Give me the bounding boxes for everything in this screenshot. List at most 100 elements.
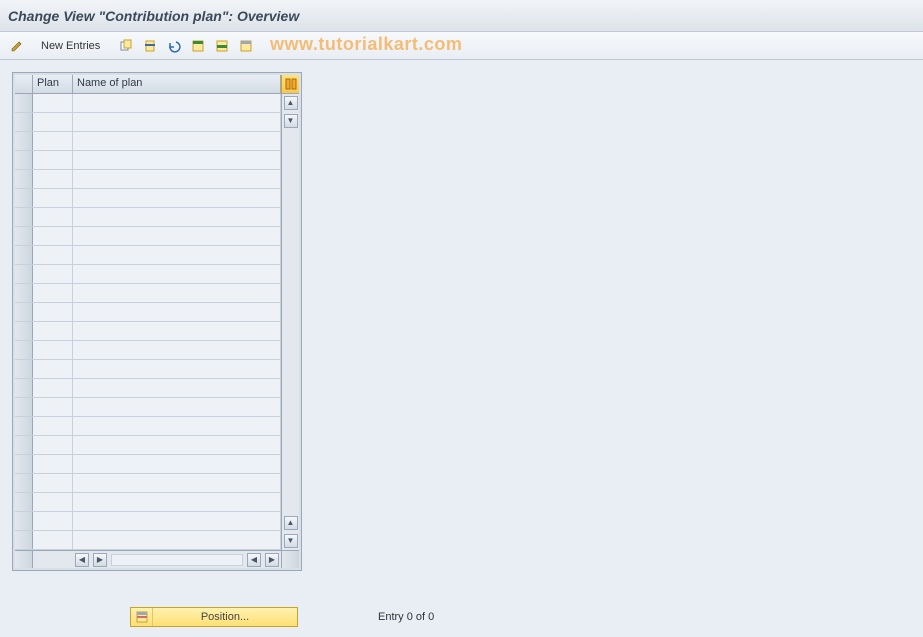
- table-row[interactable]: [15, 113, 281, 132]
- row-selector[interactable]: [15, 208, 33, 226]
- cell-name[interactable]: [73, 474, 281, 492]
- cell-name[interactable]: [73, 208, 281, 226]
- table-row[interactable]: [15, 94, 281, 113]
- scroll-up2-icon[interactable]: ▲: [284, 516, 298, 530]
- copy-as-icon[interactable]: [115, 36, 137, 56]
- row-selector[interactable]: [15, 493, 33, 511]
- table-row[interactable]: [15, 303, 281, 322]
- hscroll-track[interactable]: [111, 554, 243, 566]
- table-row[interactable]: [15, 132, 281, 151]
- position-button[interactable]: Position...: [130, 607, 298, 627]
- table-row[interactable]: [15, 246, 281, 265]
- cell-plan[interactable]: [33, 227, 73, 245]
- table-row[interactable]: [15, 189, 281, 208]
- row-selector[interactable]: [15, 512, 33, 530]
- column-header-plan[interactable]: Plan: [33, 75, 73, 93]
- cell-plan[interactable]: [33, 512, 73, 530]
- table-row[interactable]: [15, 360, 281, 379]
- table-row[interactable]: [15, 151, 281, 170]
- scroll-right-icon[interactable]: ▶: [93, 553, 107, 567]
- scroll-right2-icon[interactable]: ▶: [265, 553, 279, 567]
- row-selector[interactable]: [15, 189, 33, 207]
- row-selector[interactable]: [15, 474, 33, 492]
- new-entries-button[interactable]: New Entries: [32, 36, 109, 56]
- row-selector[interactable]: [15, 455, 33, 473]
- cell-plan[interactable]: [33, 94, 73, 112]
- table-row[interactable]: [15, 436, 281, 455]
- table-row[interactable]: [15, 417, 281, 436]
- deselect-all-icon[interactable]: [235, 36, 257, 56]
- row-selector[interactable]: [15, 379, 33, 397]
- row-selector[interactable]: [15, 265, 33, 283]
- cell-plan[interactable]: [33, 379, 73, 397]
- cell-name[interactable]: [73, 265, 281, 283]
- scroll-down2-icon[interactable]: ▼: [284, 534, 298, 548]
- cell-name[interactable]: [73, 360, 281, 378]
- cell-name[interactable]: [73, 113, 281, 131]
- cell-plan[interactable]: [33, 322, 73, 340]
- table-row[interactable]: [15, 227, 281, 246]
- cell-plan[interactable]: [33, 151, 73, 169]
- cell-plan[interactable]: [33, 170, 73, 188]
- table-row[interactable]: [15, 455, 281, 474]
- cell-name[interactable]: [73, 246, 281, 264]
- table-row[interactable]: [15, 322, 281, 341]
- select-all-icon[interactable]: [187, 36, 209, 56]
- undo-icon[interactable]: [163, 36, 185, 56]
- cell-name[interactable]: [73, 531, 281, 549]
- table-row[interactable]: [15, 512, 281, 531]
- cell-plan[interactable]: [33, 360, 73, 378]
- row-selector[interactable]: [15, 341, 33, 359]
- cell-name[interactable]: [73, 436, 281, 454]
- row-selector[interactable]: [15, 132, 33, 150]
- cell-plan[interactable]: [33, 455, 73, 473]
- row-selector[interactable]: [15, 417, 33, 435]
- table-row[interactable]: [15, 531, 281, 550]
- cell-plan[interactable]: [33, 398, 73, 416]
- cell-plan[interactable]: [33, 436, 73, 454]
- select-block-icon[interactable]: [211, 36, 233, 56]
- cell-name[interactable]: [73, 303, 281, 321]
- table-row[interactable]: [15, 398, 281, 417]
- row-selector[interactable]: [15, 360, 33, 378]
- vertical-scrollbar[interactable]: ▲ ▼ ▲ ▼: [281, 94, 299, 550]
- cell-name[interactable]: [73, 493, 281, 511]
- cell-plan[interactable]: [33, 303, 73, 321]
- cell-plan[interactable]: [33, 132, 73, 150]
- cell-plan[interactable]: [33, 474, 73, 492]
- scroll-left-icon[interactable]: ◀: [75, 553, 89, 567]
- cell-name[interactable]: [73, 189, 281, 207]
- cell-name[interactable]: [73, 284, 281, 302]
- cell-name[interactable]: [73, 170, 281, 188]
- row-selector[interactable]: [15, 94, 33, 112]
- scroll-down-icon[interactable]: ▼: [284, 114, 298, 128]
- cell-name[interactable]: [73, 398, 281, 416]
- cell-name[interactable]: [73, 341, 281, 359]
- cell-name[interactable]: [73, 322, 281, 340]
- cell-name[interactable]: [73, 379, 281, 397]
- cell-plan[interactable]: [33, 417, 73, 435]
- cell-plan[interactable]: [33, 265, 73, 283]
- table-row[interactable]: [15, 208, 281, 227]
- cell-plan[interactable]: [33, 113, 73, 131]
- cell-name[interactable]: [73, 455, 281, 473]
- row-selector[interactable]: [15, 151, 33, 169]
- row-selector[interactable]: [15, 284, 33, 302]
- cell-name[interactable]: [73, 132, 281, 150]
- row-selector[interactable]: [15, 246, 33, 264]
- row-selector[interactable]: [15, 531, 33, 549]
- cell-plan[interactable]: [33, 531, 73, 549]
- cell-name[interactable]: [73, 227, 281, 245]
- row-selector[interactable]: [15, 113, 33, 131]
- row-selector[interactable]: [15, 303, 33, 321]
- scroll-left2-icon[interactable]: ◀: [247, 553, 261, 567]
- table-row[interactable]: [15, 474, 281, 493]
- delete-icon[interactable]: [139, 36, 161, 56]
- cell-plan[interactable]: [33, 284, 73, 302]
- table-row[interactable]: [15, 284, 281, 303]
- cell-plan[interactable]: [33, 208, 73, 226]
- row-selector-header[interactable]: [15, 75, 33, 93]
- cell-plan[interactable]: [33, 341, 73, 359]
- cell-name[interactable]: [73, 417, 281, 435]
- cell-plan[interactable]: [33, 189, 73, 207]
